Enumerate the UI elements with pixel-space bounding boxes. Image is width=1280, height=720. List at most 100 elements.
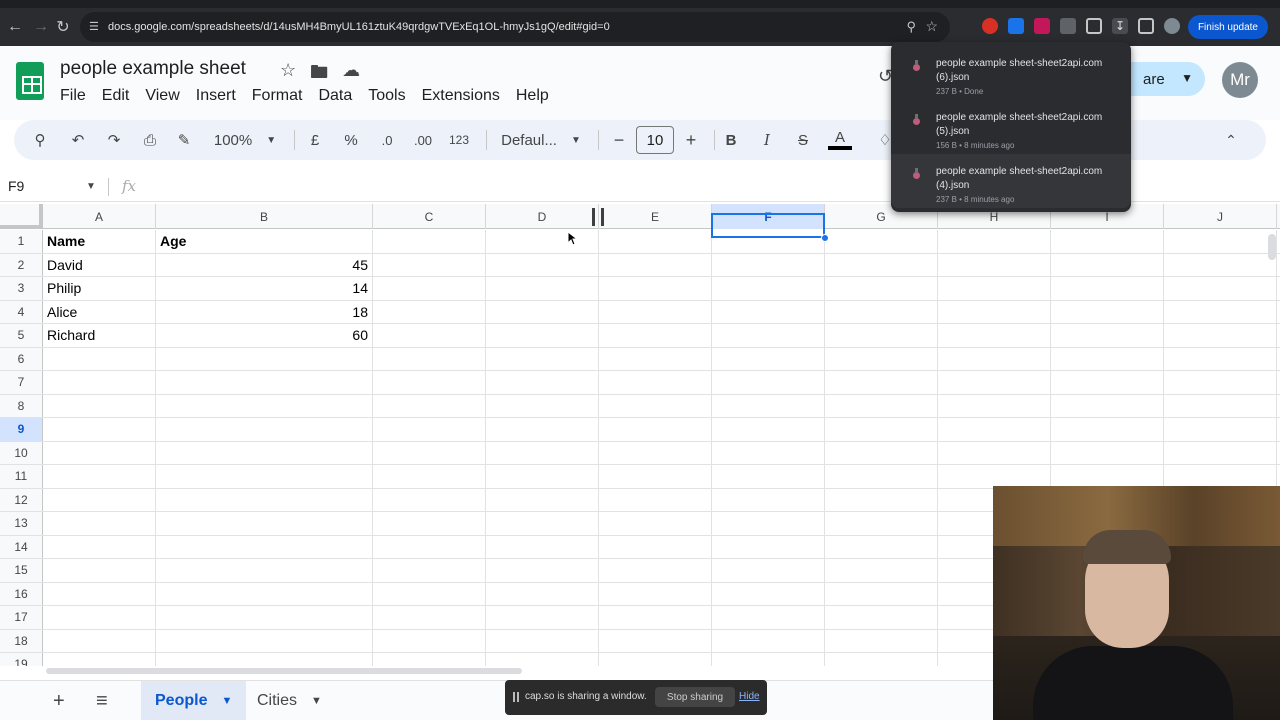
chevron-down-icon[interactable]: ▼ — [86, 181, 96, 192]
vertical-scrollbar[interactable] — [1268, 234, 1276, 260]
row-header[interactable]: 6 — [0, 347, 43, 370]
grid-cell[interactable] — [712, 300, 825, 323]
grid-cell[interactable] — [825, 559, 938, 582]
text-color-button[interactable]: A — [826, 120, 854, 160]
grid-cell[interactable] — [486, 418, 599, 441]
grid-cell[interactable] — [486, 559, 599, 582]
grid-cell[interactable] — [486, 371, 599, 394]
grid-cell[interactable] — [938, 465, 1051, 488]
grid-cell[interactable] — [156, 394, 373, 417]
grid-cell[interactable] — [825, 441, 938, 464]
grid-cell[interactable] — [1164, 230, 1277, 253]
decrease-decimal-button[interactable]: .0 — [374, 120, 400, 160]
column-header-e[interactable]: E — [599, 204, 712, 229]
grid-cell[interactable] — [43, 394, 156, 417]
grid-cell[interactable] — [373, 253, 486, 276]
grid-cell[interactable] — [825, 535, 938, 558]
finish-update-button[interactable]: Finish update — [1187, 15, 1268, 39]
extension-red-icon[interactable] — [982, 18, 998, 34]
increase-font-size-icon[interactable]: + — [680, 120, 702, 160]
grid-cell[interactable]: 18 — [156, 300, 373, 323]
grid-cell[interactable] — [156, 441, 373, 464]
grid-cell[interactable] — [938, 418, 1051, 441]
site-info-icon[interactable]: ☰ — [89, 20, 103, 34]
grid-cell[interactable] — [43, 371, 156, 394]
grid-cell[interactable] — [373, 230, 486, 253]
menu-help[interactable]: Help — [516, 87, 557, 105]
increase-decimal-button[interactable]: .00 — [410, 120, 436, 160]
sheet-tab-cities[interactable]: Cities ▼ — [243, 681, 336, 720]
grid-cell[interactable] — [825, 253, 938, 276]
grid-cell[interactable] — [825, 582, 938, 605]
grid-cell[interactable] — [1051, 465, 1164, 488]
grid-cell[interactable] — [712, 277, 825, 300]
row-header[interactable]: 17 — [0, 606, 43, 629]
grid-cell[interactable] — [373, 512, 486, 535]
search-menus-icon[interactable]: ⚲ — [28, 120, 52, 160]
grid-cell[interactable] — [938, 277, 1051, 300]
font-select[interactable]: Defaul... ▼ — [498, 120, 584, 160]
chevron-down-icon[interactable]: ▼ — [221, 695, 232, 707]
grid-cell[interactable] — [825, 465, 938, 488]
grid-cell[interactable] — [712, 512, 825, 535]
grid-cell[interactable]: David — [43, 253, 156, 276]
grid-cell[interactable] — [43, 418, 156, 441]
grid-cell[interactable] — [43, 488, 156, 511]
grid-cell[interactable] — [825, 230, 938, 253]
cloud-status-icon[interactable]: ☁ — [342, 60, 360, 90]
grid-cell[interactable] — [486, 230, 599, 253]
grid-cell[interactable] — [599, 559, 712, 582]
grid-cell[interactable] — [712, 606, 825, 629]
chevron-down-icon[interactable]: ▼ — [1181, 71, 1193, 85]
grid-cell[interactable] — [43, 535, 156, 558]
grid-cell[interactable] — [1051, 230, 1164, 253]
grid-cell[interactable] — [486, 629, 599, 652]
sheet-tab-people[interactable]: People ▼ — [141, 681, 247, 720]
grid-cell[interactable] — [825, 512, 938, 535]
grid-cell[interactable] — [373, 465, 486, 488]
menu-extensions[interactable]: Extensions — [422, 87, 508, 105]
grid-cell[interactable] — [156, 606, 373, 629]
row-header[interactable]: 18 — [0, 629, 43, 652]
paint-format-icon[interactable]: ✎ — [172, 120, 196, 160]
grid-cell[interactable] — [712, 653, 825, 666]
column-header-a[interactable]: A — [43, 204, 156, 229]
column-header-c[interactable]: C — [373, 204, 486, 229]
row-header[interactable]: 11 — [0, 465, 43, 488]
active-cell-f9[interactable] — [711, 213, 825, 238]
row-header[interactable]: 1 — [0, 230, 43, 253]
grid-cell[interactable] — [825, 324, 938, 347]
download-item[interactable]: people example sheet-sheet2api.com (5).j… — [891, 100, 1131, 154]
more-formats-button[interactable]: 123 — [446, 120, 472, 160]
grid-cell[interactable] — [712, 535, 825, 558]
row-header[interactable]: 16 — [0, 582, 43, 605]
collapse-toolbar-icon[interactable]: ⌃ — [1220, 120, 1242, 160]
all-sheets-icon[interactable]: ≡ — [96, 690, 108, 713]
grid-cell[interactable] — [825, 394, 938, 417]
grid-cell[interactable] — [1164, 465, 1277, 488]
row-header[interactable]: 13 — [0, 512, 43, 535]
grid-cell[interactable]: Richard — [43, 324, 156, 347]
grid-cell[interactable] — [712, 418, 825, 441]
stop-sharing-button[interactable]: Stop sharing — [655, 687, 735, 707]
grid-cell[interactable] — [1051, 394, 1164, 417]
grid-cell[interactable] — [43, 347, 156, 370]
grid-cell[interactable] — [156, 559, 373, 582]
grid-cell[interactable] — [373, 488, 486, 511]
grid-cell[interactable] — [486, 512, 599, 535]
column-resize-handle[interactable] — [592, 208, 604, 226]
percent-format-button[interactable]: % — [340, 120, 362, 160]
grid-cell[interactable] — [43, 629, 156, 652]
grid-cell[interactable] — [712, 582, 825, 605]
grid-cell[interactable] — [156, 653, 373, 666]
profile-icon[interactable] — [1164, 18, 1180, 34]
grid-cell[interactable] — [712, 629, 825, 652]
move-folder-icon[interactable]: 🖿 — [310, 60, 328, 90]
grid-cell[interactable] — [156, 535, 373, 558]
grid-cell[interactable] — [712, 559, 825, 582]
grid-cell[interactable] — [1164, 324, 1277, 347]
strikethrough-button[interactable]: S — [792, 120, 814, 160]
grid-cell[interactable] — [373, 606, 486, 629]
grid-cell[interactable] — [599, 606, 712, 629]
grid-cell[interactable] — [938, 371, 1051, 394]
